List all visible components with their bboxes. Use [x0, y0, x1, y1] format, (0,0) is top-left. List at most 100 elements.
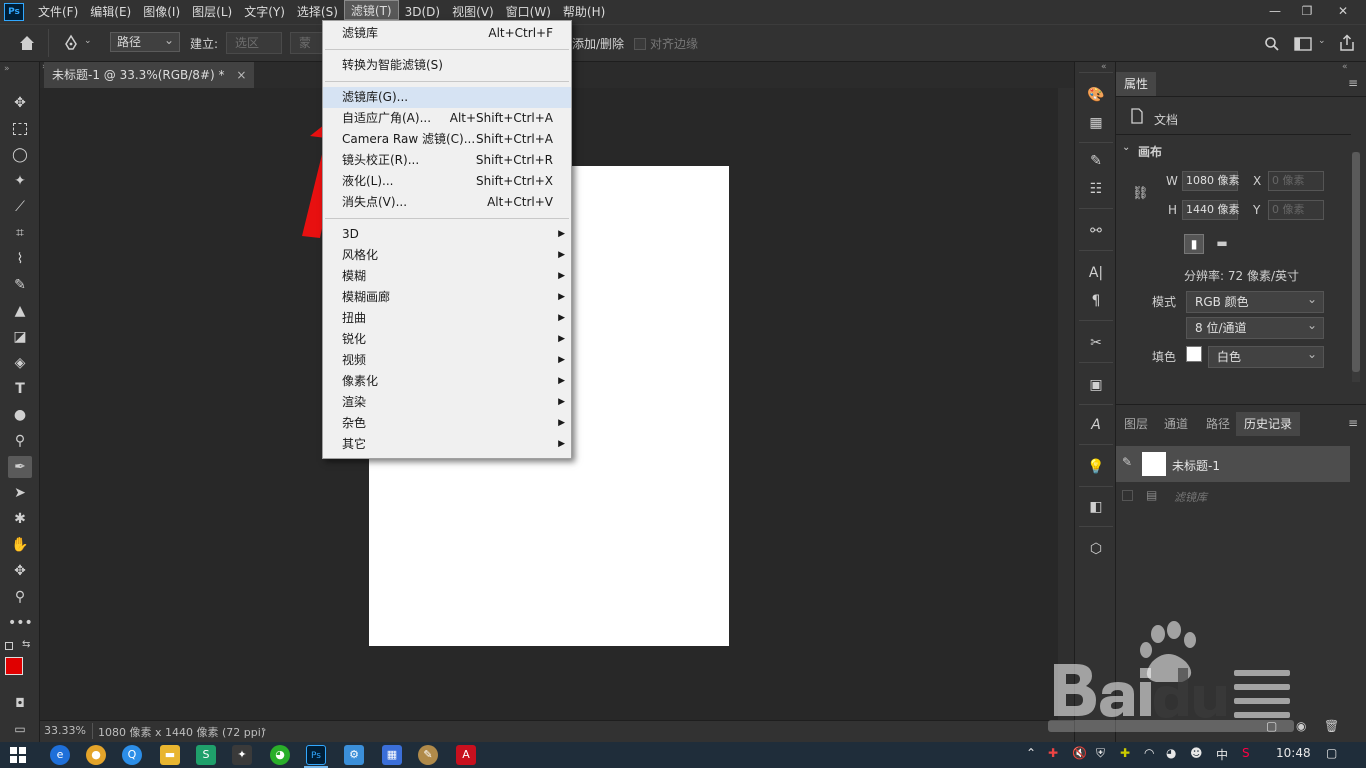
- custom-shape-tool-icon[interactable]: ✱: [8, 508, 32, 530]
- wechat-icon[interactable]: ◕: [270, 745, 290, 765]
- minimize-button[interactable]: —: [1258, 0, 1292, 22]
- pen-tool-icon[interactable]: [62, 34, 80, 52]
- 3d-panel-icon[interactable]: ⬡: [1084, 538, 1108, 560]
- bit-depth-select[interactable]: 8 位/通道: [1186, 315, 1324, 339]
- filter-menu-item[interactable]: Camera Raw 滤镜(C)... Shift+Ctrl+A: [323, 129, 571, 150]
- security-icon[interactable]: ⛨: [1096, 746, 1105, 761]
- panel-tab[interactable]: 图层: [1116, 412, 1156, 436]
- ime-indicator[interactable]: 中: [1216, 746, 1228, 763]
- windows-start-icon[interactable]: [10, 747, 26, 763]
- search-icon[interactable]: [1264, 36, 1280, 52]
- menu-item[interactable]: 图像(I): [137, 0, 186, 24]
- qq-tray-icon[interactable]: ☻: [1190, 746, 1203, 760]
- app-icon[interactable]: ✎: [418, 745, 438, 765]
- home-icon[interactable]: [18, 34, 36, 52]
- x-field[interactable]: 0 像素: [1268, 171, 1324, 191]
- gradients-panel-icon[interactable]: ◧: [1084, 496, 1108, 518]
- filter-menu-item[interactable]: 其它 ▶: [323, 434, 571, 455]
- adobe-icon[interactable]: A: [456, 745, 476, 765]
- menu-item[interactable]: 文字(Y): [238, 0, 291, 24]
- path-selection-tool-icon[interactable]: ➤: [8, 482, 32, 504]
- screen-mode-icon[interactable]: ▭: [8, 718, 32, 740]
- history-step-row[interactable]: ▤ 滤镜库: [1116, 484, 1350, 508]
- filter-menu-item[interactable]: 转换为智能滤镜(S): [323, 55, 571, 76]
- character-panel-icon[interactable]: A|: [1084, 262, 1108, 284]
- fill-color-swatch[interactable]: [1186, 346, 1202, 362]
- collapse-icon[interactable]: «: [1101, 62, 1107, 72]
- panel-tab[interactable]: 路径: [1198, 412, 1238, 436]
- tray-app-icon[interactable]: ✚: [1120, 746, 1130, 760]
- filter-menu-item[interactable]: 滤镜库(G)...: [323, 87, 571, 108]
- clone-source-icon[interactable]: ⚯: [1084, 220, 1108, 242]
- restore-button[interactable]: ❐: [1290, 0, 1324, 22]
- layer-comps-icon[interactable]: ▣: [1084, 374, 1108, 396]
- filter-menu-item[interactable]: 渲染 ▶: [323, 392, 571, 413]
- tab-close-icon[interactable]: ×: [236, 68, 246, 82]
- hand-tool-icon[interactable]: ✋: [8, 534, 32, 556]
- app-icon[interactable]: ✦: [232, 745, 252, 765]
- history-brush-icon[interactable]: ✎: [1122, 455, 1132, 469]
- stamp-tool-icon[interactable]: ▲: [8, 300, 32, 322]
- filter-menu-item[interactable]: 消失点(V)... Alt+Ctrl+V: [323, 192, 571, 213]
- browser-icon[interactable]: Q: [122, 745, 142, 765]
- file-explorer-icon[interactable]: ▬: [160, 745, 180, 765]
- path-mode-select[interactable]: 路径 ⌄: [110, 32, 180, 52]
- wifi-icon[interactable]: ◠: [1144, 746, 1154, 760]
- zoom-tool-icon[interactable]: ⚲: [8, 586, 32, 608]
- type-tool-icon[interactable]: T: [8, 378, 32, 400]
- ie-browser-icon[interactable]: e: [50, 745, 70, 765]
- panel-menu-icon[interactable]: ≡: [1348, 416, 1358, 430]
- filter-menu-item[interactable]: 自适应广角(A)... Alt+Shift+Ctrl+A: [323, 108, 571, 129]
- trash-icon[interactable]: 🗑: [1324, 719, 1339, 733]
- network-app-icon[interactable]: ⚙: [344, 745, 364, 765]
- notification-icon[interactable]: ▢: [1326, 746, 1337, 760]
- properties-scrollbar[interactable]: [1352, 152, 1360, 382]
- zoom-level[interactable]: 33.33%: [44, 724, 86, 737]
- learn-panel-icon[interactable]: 💡: [1084, 456, 1108, 478]
- more-tools-icon[interactable]: •••: [8, 612, 33, 634]
- default-colors-icon[interactable]: [5, 642, 13, 650]
- vertical-scrollbar[interactable]: [1058, 88, 1074, 720]
- menu-item[interactable]: 滤镜(T): [343, 0, 399, 20]
- chevron-down-icon[interactable]: ⌄: [84, 36, 92, 46]
- menu-item[interactable]: 图层(L): [186, 0, 238, 24]
- fill-select[interactable]: 白色: [1208, 344, 1324, 368]
- dodge-tool-icon[interactable]: ⚲: [8, 430, 32, 452]
- eyedropper-tool-icon[interactable]: ⟋: [8, 196, 32, 218]
- adjustments-icon[interactable]: ☷: [1084, 178, 1108, 200]
- color-panel-icon[interactable]: 🎨: [1084, 84, 1108, 106]
- workspace-icon[interactable]: [1294, 36, 1312, 52]
- tray-app-icon[interactable]: ✚: [1048, 746, 1058, 760]
- filter-menu-item[interactable]: 3D ▶: [323, 224, 571, 245]
- sogou-ime-icon[interactable]: S: [1242, 746, 1250, 760]
- clock[interactable]: 10:48: [1276, 746, 1311, 760]
- camera-icon[interactable]: ◉: [1296, 719, 1306, 733]
- quick-mask-icon[interactable]: ◘: [8, 692, 32, 714]
- chevron-right-icon[interactable]: ›: [262, 723, 266, 736]
- align-edges-checkbox[interactable]: [634, 38, 646, 50]
- marquee-tool-icon[interactable]: [8, 118, 32, 140]
- close-button[interactable]: ✕: [1326, 0, 1360, 22]
- mask-button[interactable]: 蒙版: [290, 32, 324, 54]
- blur-tool-icon[interactable]: ●: [8, 404, 32, 426]
- healing-brush-tool-icon[interactable]: ⌇: [8, 248, 32, 270]
- filter-menu-item[interactable]: 模糊画廊 ▶: [323, 287, 571, 308]
- link-icon[interactable]: ⛓: [1132, 186, 1149, 201]
- filter-menu-item[interactable]: 视频 ▶: [323, 350, 571, 371]
- landscape-orientation-icon[interactable]: ▬: [1212, 234, 1232, 254]
- panel-menu-icon[interactable]: ≡: [1348, 76, 1358, 90]
- panel-tab[interactable]: 历史记录: [1236, 412, 1301, 436]
- tab-properties[interactable]: 属性: [1116, 72, 1157, 96]
- selection-button[interactable]: 选区 ...: [226, 32, 282, 70]
- y-field[interactable]: 0 像素: [1268, 200, 1324, 220]
- app-icon[interactable]: ▦: [382, 745, 402, 765]
- history-source-checkbox[interactable]: [1122, 490, 1133, 501]
- menu-item[interactable]: 文件(F): [32, 0, 84, 24]
- magic-wand-tool-icon[interactable]: ✦: [8, 170, 32, 192]
- photoshop-taskbar-icon[interactable]: Ps: [306, 745, 326, 765]
- chevron-up-icon[interactable]: ⌃: [1026, 746, 1036, 760]
- glyphs-panel-icon[interactable]: A: [1084, 414, 1108, 436]
- panel-tab[interactable]: 通道: [1156, 412, 1196, 436]
- collapse-icon[interactable]: «: [1342, 62, 1348, 72]
- crop-tool-icon[interactable]: ⌗: [8, 222, 32, 244]
